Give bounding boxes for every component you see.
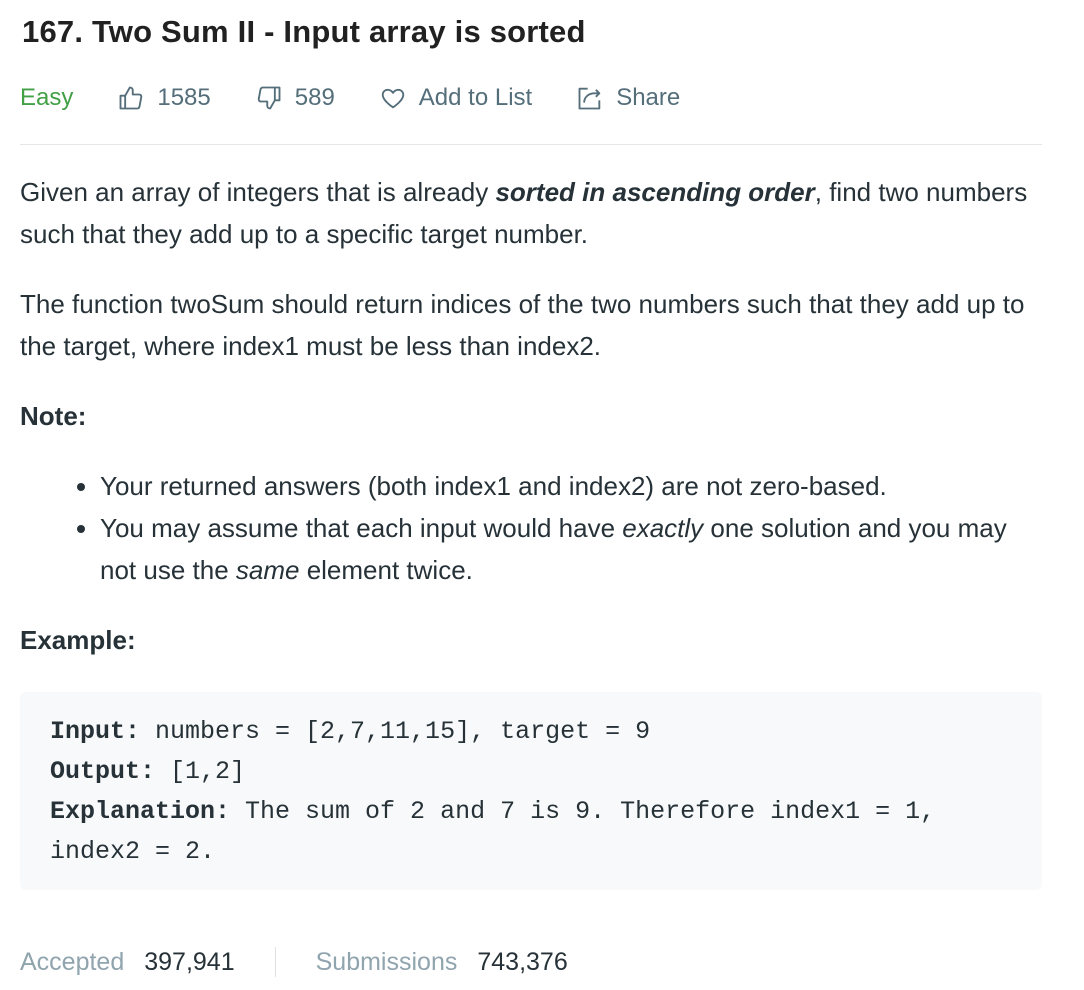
thumbs-up-icon	[119, 86, 143, 110]
stats-divider	[274, 947, 276, 977]
dislike-count: 589	[294, 84, 335, 111]
dislike-button[interactable]: 589	[255, 84, 335, 112]
add-to-list-label: Add to List	[418, 84, 533, 111]
output-value: [1,2]	[155, 757, 246, 786]
emphasis-sorted: sorted in ascending order	[495, 177, 815, 207]
difficulty-badge: Easy	[20, 84, 74, 111]
heart-icon	[381, 88, 404, 109]
problem-page: 167. Two Sum II - Input array is sorted …	[20, 0, 1042, 990]
like-button[interactable]: 1585	[117, 84, 211, 112]
share-icon	[578, 87, 601, 110]
problem-title: 167. Two Sum II - Input array is sorted	[22, 14, 586, 49]
input-value: numbers = [2,7,11,15], target = 9	[140, 717, 651, 746]
input-label: Input:	[50, 717, 141, 746]
description-paragraph-2: The function twoSum should return indice…	[20, 289, 1025, 361]
note-item: Your returned answers (both index1 and i…	[100, 465, 1042, 507]
like-count: 1585	[157, 84, 211, 111]
example-code-block: Input: numbers = [2,7,11,15], target = 9…	[20, 692, 1042, 890]
add-to-list-button[interactable]: Add to List	[379, 84, 532, 112]
header-divider	[20, 144, 1042, 145]
note-item: You may assume that each input would hav…	[100, 507, 1042, 591]
example-code: Input: numbers = [2,7,11,15], target = 9…	[20, 692, 1042, 892]
accepted-count: 397,941	[144, 947, 235, 976]
example-heading: Example:	[20, 625, 136, 655]
accepted-label: Accepted	[20, 947, 125, 976]
output-label: Output:	[50, 757, 156, 786]
note-list: Your returned answers (both index1 and i…	[20, 465, 1042, 591]
description-paragraph-1: Given an array of integers that is alrea…	[20, 177, 1028, 249]
submissions-count: 743,376	[477, 947, 568, 976]
share-button[interactable]: Share	[576, 84, 680, 112]
thumbs-down-icon	[257, 86, 281, 110]
submissions-label: Submissions	[315, 947, 458, 976]
share-label: Share	[616, 84, 681, 111]
note-heading: Note:	[20, 401, 87, 431]
problem-description: Given an array of integers that is alrea…	[20, 171, 1042, 689]
submission-stats: Accepted 397,941 Submissions 743,376	[20, 940, 608, 984]
problem-meta-bar: Easy 1585 589 Add to List Share	[20, 78, 724, 118]
explanation-label: Explanation:	[50, 797, 231, 826]
